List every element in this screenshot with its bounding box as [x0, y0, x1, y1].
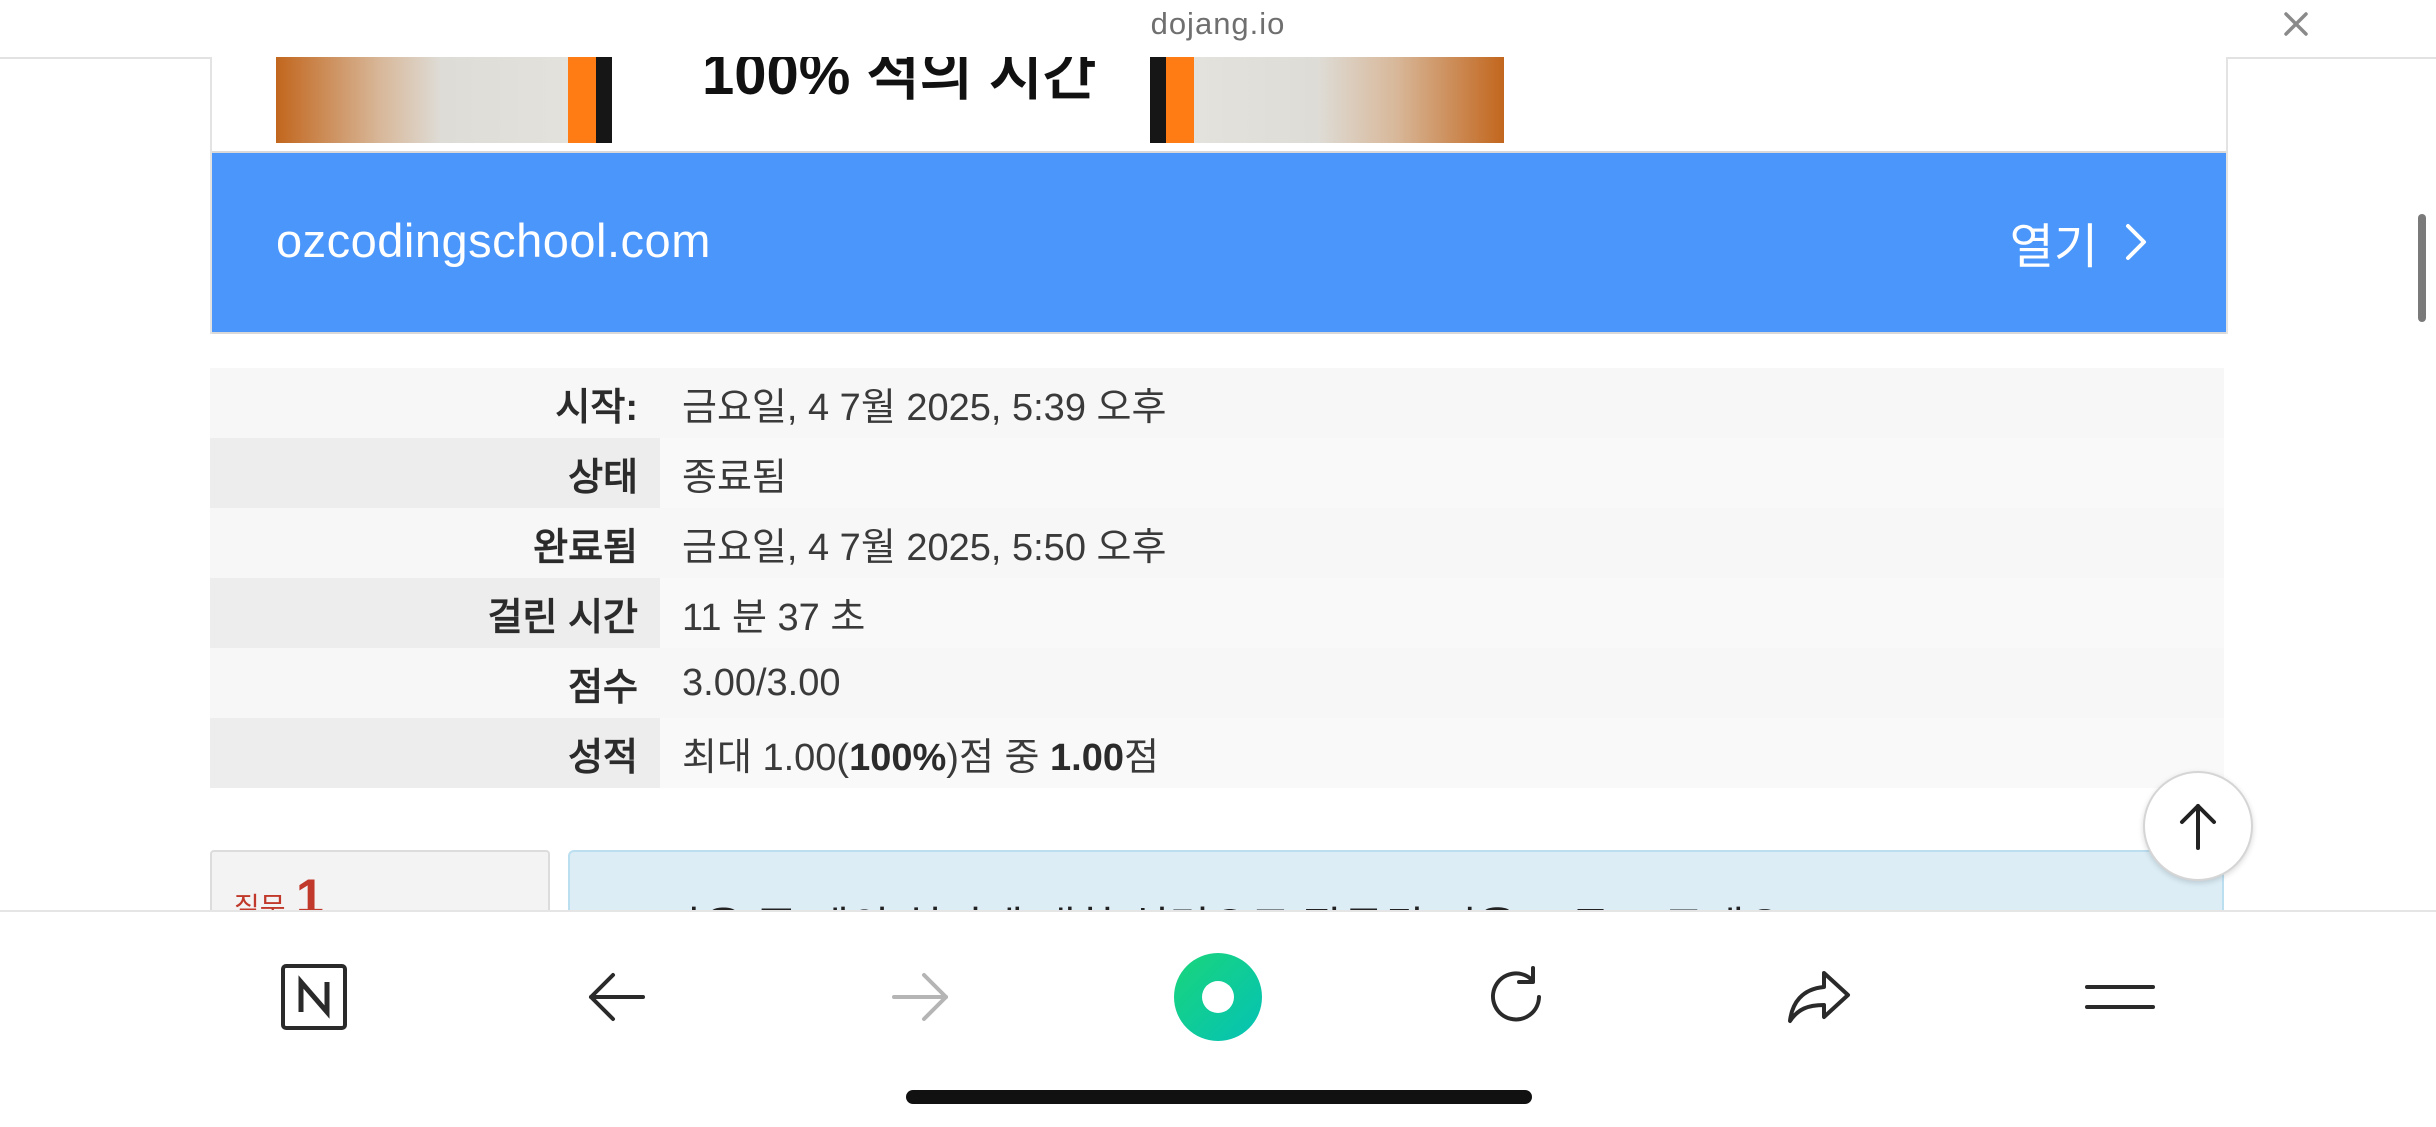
- ad-open-label: 열기: [2009, 221, 2098, 274]
- scroll-to-top-button[interactable]: [2143, 771, 2253, 881]
- table-row: 시작: 금요일, 4 7월 2025, 5:39 오후: [210, 368, 2224, 438]
- ad-graphic-frame: [596, 57, 612, 143]
- back-arrow-icon: [589, 973, 645, 1021]
- grade-percent: 100%: [849, 736, 947, 779]
- ad-graphic-right: [1194, 57, 1504, 143]
- refresh-button[interactable]: [1461, 942, 1571, 1052]
- row-value: 금요일, 4 7월 2025, 5:39 오후: [660, 368, 2224, 438]
- home-indicator[interactable]: [906, 1090, 1532, 1104]
- table-row: 성적 최대 1.00(100%)점 중 1.00점: [210, 718, 2224, 788]
- naver-home-button[interactable]: [259, 942, 369, 1052]
- green-dot-icon: [1174, 953, 1262, 1041]
- row-label: 성적: [210, 718, 660, 788]
- ad-link-bar[interactable]: ozcodingschool.com 열기: [212, 151, 2226, 334]
- menu-icon: [2085, 985, 2155, 1009]
- table-row: 완료됨 금요일, 4 7월 2025, 5:50 오후: [210, 508, 2224, 578]
- grade-suffix: 점: [1123, 736, 1159, 779]
- table-row: 점수 3.00/3.00: [210, 648, 2224, 718]
- close-icon: [2284, 12, 2308, 36]
- row-value: 종료됨: [660, 438, 2224, 508]
- ad-headline: 100% 적의 시간: [702, 57, 1097, 107]
- row-label: 시작:: [210, 368, 660, 438]
- forward-arrow-icon: [892, 973, 948, 1021]
- ad-graphic-left: [276, 57, 576, 143]
- naver-n-icon: [281, 964, 347, 1030]
- green-dot-button[interactable]: [1163, 942, 1273, 1052]
- refresh-icon: [1491, 966, 1541, 1022]
- table-row: 걸린 시간 11 분 37 초: [210, 578, 2224, 648]
- menu-button[interactable]: [2065, 942, 2175, 1052]
- share-icon: [1788, 971, 1850, 1023]
- ad-image: 100% 적의 시간: [212, 57, 2226, 149]
- scrollbar[interactable]: [2418, 214, 2426, 322]
- close-button[interactable]: [2274, 2, 2318, 46]
- table-row: 상태 종료됨: [210, 438, 2224, 508]
- attempt-summary-table: 시작: 금요일, 4 7월 2025, 5:39 오후 상태 종료됨 완료됨 금…: [210, 368, 2224, 788]
- ad-graphic-accent: [568, 57, 596, 143]
- ad-open-button[interactable]: 열기: [2010, 207, 2148, 277]
- row-value: 11 분 37 초: [660, 578, 2224, 648]
- chevron-right-icon: [2126, 224, 2146, 260]
- domain-label[interactable]: dojang.io: [0, 6, 2436, 42]
- row-label: 상태: [210, 438, 660, 508]
- row-label: 점수: [210, 648, 660, 718]
- ad-banner[interactable]: 100% 적의 시간 ozcodingschool.com 열기: [210, 57, 2228, 334]
- share-button[interactable]: [1764, 942, 1874, 1052]
- row-label: 걸린 시간: [210, 578, 660, 648]
- grade-score: 1.00: [1050, 736, 1124, 779]
- back-button[interactable]: [562, 942, 672, 1052]
- grade-value: 최대 1.00(100%)점 중 1.00점: [660, 718, 2224, 788]
- ad-url: ozcodingschool.com: [276, 214, 711, 267]
- arrow-up-icon: [2180, 804, 2216, 850]
- row-value: 금요일, 4 7월 2025, 5:50 오후: [660, 508, 2224, 578]
- row-value: 3.00/3.00: [660, 648, 2224, 718]
- grade-prefix: 최대 1.00(: [682, 736, 850, 779]
- browser-toolbar: [0, 910, 2436, 1127]
- ad-graphic-accent: [1166, 57, 1194, 143]
- grade-middle: )점 중: [946, 736, 1050, 779]
- ad-graphic-frame: [1150, 57, 1166, 143]
- forward-button[interactable]: [865, 942, 975, 1052]
- row-label: 완료됨: [210, 508, 660, 578]
- address-bar: dojang.io: [0, 0, 2436, 59]
